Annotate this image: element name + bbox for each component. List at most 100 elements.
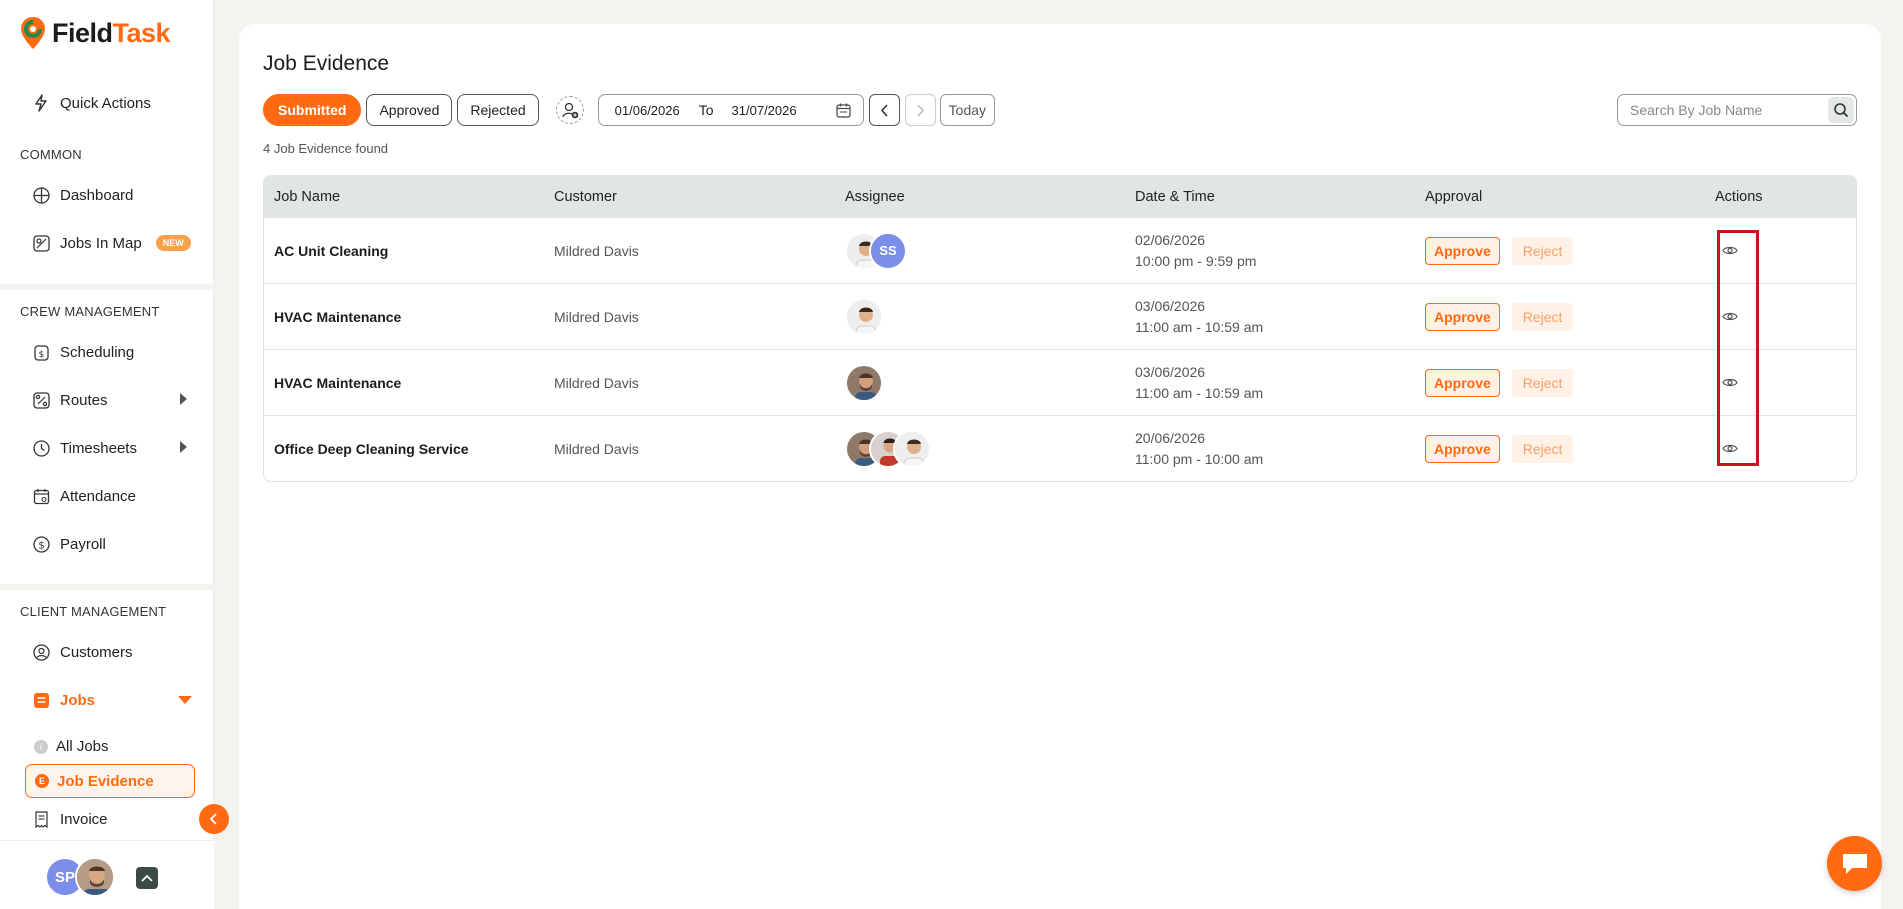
- tab-submitted[interactable]: Submitted: [263, 94, 362, 126]
- next-range-button[interactable]: [904, 94, 936, 126]
- caret-right-icon[interactable]: [180, 393, 187, 405]
- prev-range-button[interactable]: [868, 94, 900, 126]
- column-header-date-time: Date & Time: [1135, 188, 1215, 205]
- sidebar-item-invoice[interactable]: Invoice: [32, 807, 108, 831]
- approve-button[interactable]: Approve: [1425, 236, 1500, 265]
- view-eye-icon[interactable]: [1716, 435, 1744, 463]
- sidebar-item-label: Jobs: [60, 691, 96, 709]
- date-time: 20/06/2026 11:00 pm - 10:00 am: [1135, 428, 1425, 470]
- column-header-approval: Approval: [1425, 188, 1483, 205]
- assignee-avatars: SS: [845, 231, 1135, 270]
- user-filter-icon: [562, 102, 578, 119]
- sidebar-subitem-all-jobs[interactable]: i All Jobs: [34, 738, 109, 755]
- job-name: Office Deep Cleaning Service: [274, 440, 469, 457]
- app-logo[interactable]: FieldTask: [20, 16, 171, 50]
- approve-button[interactable]: Approve: [1425, 434, 1500, 463]
- date-range-picker[interactable]: 01/06/2026 To 31/07/2026: [597, 94, 864, 126]
- invoice-icon: [32, 810, 50, 828]
- reject-button[interactable]: Reject: [1511, 434, 1574, 463]
- customer-name: Mildred Davis: [554, 242, 639, 259]
- user-circle-icon: [32, 643, 50, 661]
- expand-up-button[interactable]: [136, 867, 158, 889]
- reject-button[interactable]: Reject: [1511, 236, 1574, 265]
- assignee-avatar[interactable]: [893, 429, 931, 468]
- tab-approved[interactable]: Approved: [366, 94, 453, 126]
- jobs-icon: [32, 691, 50, 709]
- divider: [0, 284, 214, 290]
- date-time: 03/06/2026 11:00 am - 10:59 am: [1135, 362, 1425, 404]
- tab-rejected[interactable]: Rejected: [457, 94, 539, 126]
- sidebar-item-payroll[interactable]: $ Payroll: [32, 532, 106, 556]
- assignee-avatar[interactable]: [845, 297, 883, 336]
- today-button[interactable]: Today: [939, 94, 996, 126]
- sidebar-item-label: Routes: [60, 391, 108, 409]
- map-icon: [32, 234, 50, 252]
- results-count: 4 Job Evidence found: [263, 141, 389, 156]
- sidebar-item-scheduling[interactable]: $ Scheduling: [32, 340, 134, 364]
- page-title: Job Evidence: [263, 52, 390, 75]
- calendar-icon: [836, 103, 851, 121]
- logo-text-field: Field: [52, 17, 113, 48]
- evidence-dot-icon: E: [35, 774, 49, 788]
- search-input[interactable]: [1630, 102, 1820, 118]
- payroll-icon: $: [32, 535, 50, 553]
- table-row: HVAC Maintenance Mildred Davis 03/06/202…: [264, 349, 1856, 415]
- sidebar-item-customers[interactable]: Customers: [32, 640, 133, 664]
- sidebar-subitem-job-evidence[interactable]: E Job Evidence: [25, 764, 195, 798]
- customer-name: Mildred Davis: [554, 440, 639, 457]
- job-time: 11:00 am - 10:59 am: [1135, 318, 1264, 335]
- fieldtask-logo-icon: [21, 17, 45, 49]
- assignee-avatar[interactable]: SS: [869, 231, 907, 270]
- search-button[interactable]: [1828, 97, 1854, 123]
- chat-button[interactable]: [1827, 836, 1882, 891]
- column-header-assignee: Assignee: [845, 188, 905, 205]
- view-eye-icon[interactable]: [1716, 237, 1744, 265]
- view-eye-icon[interactable]: [1716, 303, 1744, 331]
- sidebar-item-timesheets[interactable]: Timesheets: [32, 436, 137, 460]
- approve-button[interactable]: Approve: [1425, 302, 1500, 331]
- dashboard-icon: [32, 186, 50, 204]
- assignee-avatar[interactable]: [845, 363, 883, 402]
- caret-down-icon[interactable]: [178, 696, 192, 704]
- sidebar-item-label: Customers: [60, 643, 133, 661]
- sidebar-item-label: Timesheets: [60, 439, 137, 457]
- job-evidence-table: Job Name Customer Assignee Date & Time A…: [263, 175, 1857, 482]
- avatar-photo[interactable]: [75, 857, 115, 897]
- section-client-management: CLIENT MANAGEMENT: [20, 604, 167, 619]
- job-name: AC Unit Cleaning: [274, 242, 389, 259]
- chevron-left-icon: [880, 103, 888, 117]
- chevron-right-icon: [917, 103, 924, 117]
- section-common: COMMON: [20, 147, 82, 162]
- approve-button[interactable]: Approve: [1425, 368, 1500, 397]
- job-date: 03/06/2026: [1135, 363, 1206, 380]
- routes-icon: [32, 391, 50, 409]
- job-time: 11:00 pm - 10:00 am: [1135, 450, 1264, 467]
- calendar-dollar-icon: $: [32, 343, 50, 361]
- sidebar-item-label: Dashboard: [60, 186, 134, 204]
- assignee-filter-button[interactable]: [555, 96, 584, 124]
- customer-name: Mildred Davis: [554, 374, 639, 391]
- view-eye-icon[interactable]: [1716, 369, 1744, 397]
- sidebar-item-attendance[interactable]: Attendance: [32, 484, 136, 508]
- date-time: 02/06/2026 10:00 pm - 9:59 pm: [1135, 230, 1425, 272]
- sidebar-item-quick-actions[interactable]: Quick Actions: [32, 91, 151, 115]
- table-header: Job Name Customer Assignee Date & Time A…: [264, 176, 1856, 217]
- date-time: 03/06/2026 11:00 am - 10:59 am: [1135, 296, 1425, 338]
- caret-right-icon[interactable]: [180, 441, 187, 453]
- reject-button[interactable]: Reject: [1511, 302, 1574, 331]
- sidebar-collapse-button[interactable]: [199, 804, 229, 834]
- date-from: 01/06/2026: [614, 102, 680, 118]
- job-name: HVAC Maintenance: [274, 374, 402, 391]
- sidebar-item-routes[interactable]: Routes: [32, 388, 108, 412]
- approval-cell: Approve Reject: [1425, 368, 1715, 397]
- sidebar-item-label: Invoice: [60, 810, 108, 828]
- reject-button[interactable]: Reject: [1511, 368, 1574, 397]
- search-box: [1617, 94, 1857, 126]
- attendance-calendar-icon: [32, 487, 50, 505]
- search-icon: [1834, 103, 1849, 118]
- sidebar-item-dashboard[interactable]: Dashboard: [32, 183, 133, 207]
- sidebar-item-label: Attendance: [60, 487, 136, 505]
- section-crew-management: CREW MANAGEMENT: [20, 304, 160, 319]
- sidebar-item-jobs[interactable]: Jobs: [32, 688, 95, 712]
- sidebar-item-jobs-in-map[interactable]: Jobs In Map NEW: [32, 231, 191, 255]
